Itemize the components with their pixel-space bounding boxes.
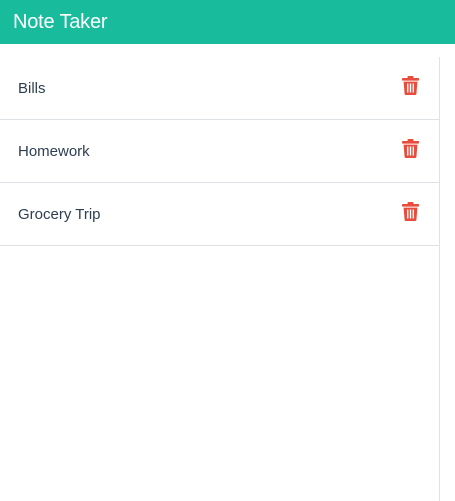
notes-list: Bills Homework Grocery Trip [0, 57, 439, 246]
note-title[interactable]: Bills [18, 80, 46, 97]
delete-note-button[interactable] [402, 202, 419, 221]
note-title[interactable]: Grocery Trip [18, 206, 101, 223]
trash-icon [402, 76, 419, 95]
note-title[interactable]: Homework [18, 143, 90, 160]
delete-note-button[interactable] [402, 76, 419, 95]
navbar: Note Taker [0, 0, 455, 44]
app-title[interactable]: Note Taker [13, 10, 108, 34]
notes-list-pane: Bills Homework Grocery Trip [0, 57, 440, 501]
note-item-bills[interactable]: Bills [0, 57, 439, 120]
note-item-grocery-trip[interactable]: Grocery Trip [0, 183, 439, 246]
trash-icon [402, 139, 419, 158]
trash-icon [402, 202, 419, 221]
note-item-homework[interactable]: Homework [0, 120, 439, 183]
delete-note-button[interactable] [402, 139, 419, 158]
